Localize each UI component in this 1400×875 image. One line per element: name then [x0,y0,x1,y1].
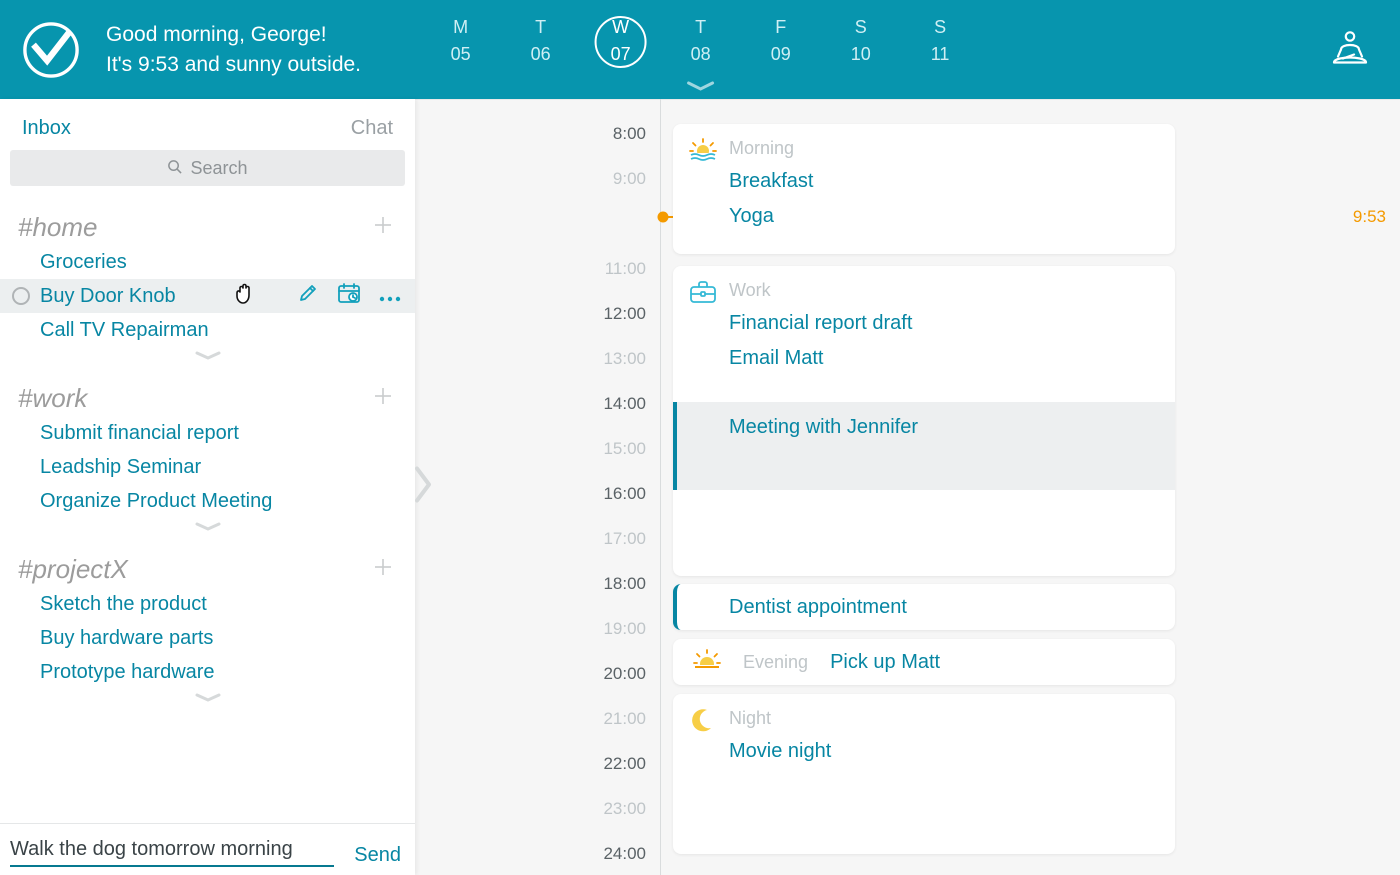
edit-icon[interactable] [297,282,319,310]
plus-icon[interactable] [373,386,393,411]
checkbox-icon[interactable] [12,287,30,305]
section-label: Work [729,280,771,301]
agenda-item[interactable]: Breakfast [729,170,1155,193]
day-wed[interactable]: W 07 [611,18,631,65]
task-item[interactable]: Call TV Repairman [0,313,415,347]
list-name: #projectX [18,554,128,585]
list-header-projectx: #projectX [0,532,415,587]
now-label: 9:53 [1353,207,1386,227]
compose-bar: Walk the dog tomorrow morning Send [0,823,415,875]
search-icon [167,158,182,179]
send-button[interactable]: Send [354,844,401,867]
card-morning[interactable]: Morning Breakfast Yoga [673,124,1175,254]
hour-label: 8:00 [613,124,646,144]
hour-label: 12:00 [603,304,646,324]
now-dot-icon [658,212,669,223]
list-name: #work [18,383,87,414]
hour-label: 19:00 [603,619,646,639]
task-lists: #home Groceries Buy Door Knob [0,186,415,823]
expand-handle-icon[interactable] [415,465,433,510]
list-header-home: #home [0,190,415,245]
tab-chat[interactable]: Chat [351,117,393,140]
hour-label: 17:00 [603,529,646,549]
chevron-down-icon[interactable] [0,351,415,361]
search-placeholder: Search [190,158,247,179]
day-fri[interactable]: F 09 [771,18,791,65]
agenda-item[interactable]: Email Matt [729,347,1155,370]
task-item-hover[interactable]: Buy Door Knob [0,279,415,313]
hour-label: 22:00 [603,754,646,774]
task-item[interactable]: Organize Product Meeting [0,484,415,518]
hour-label: 23:00 [603,799,646,819]
plus-icon[interactable] [373,215,393,240]
sunrise-icon [689,138,717,167]
schedule-icon[interactable] [337,282,361,310]
day-thu[interactable]: T 08 [691,18,711,65]
tab-inbox[interactable]: Inbox [22,117,71,140]
hour-label: 13:00 [603,349,646,369]
list-header-work: #work [0,361,415,416]
agenda-cards: Morning Breakfast Yoga Work [673,124,1175,865]
hour-label: 18:00 [603,574,646,594]
agenda-item[interactable]: Financial report draft [729,312,1155,335]
search-input[interactable]: Search [10,150,405,186]
moon-icon [689,708,715,739]
more-icon[interactable] [379,285,401,308]
meeting-block[interactable]: Meeting with Jennifer [673,402,1175,490]
task-item[interactable]: Buy hardware parts [0,621,415,655]
section-label: Night [729,708,771,729]
hour-label: 15:00 [603,439,646,459]
header: Good morning, George! It's 9:53 and sunn… [0,0,1400,99]
chevron-down-icon[interactable] [0,522,415,532]
plus-icon[interactable] [373,557,393,582]
timeline: 8:00 9:00 11:00 12:00 13:00 14:00 15:00 16:00 17… [415,99,1400,875]
day-sat[interactable]: S 10 [851,18,871,65]
card-night[interactable]: Night Movie night [673,694,1175,854]
time-column: 8:00 9:00 11:00 12:00 13:00 14:00 15:00 16:00 17… [415,99,660,875]
day-tue[interactable]: T 06 [531,18,551,65]
hour-label: 14:00 [603,394,646,414]
briefcase-icon [689,280,717,309]
task-actions [297,282,401,310]
week-picker: M 05 T 06 W 07 T 08 F 09 S 10 S 11 [451,18,950,65]
task-item[interactable]: Leadship Seminar [0,450,415,484]
card-evening[interactable]: Evening Pick up Matt [673,639,1175,685]
chevron-down-icon [687,78,715,96]
task-item[interactable]: Groceries [0,245,415,279]
task-item[interactable]: Sketch the product [0,587,415,621]
hour-label: 11:00 [605,259,646,279]
agenda-item[interactable]: Movie night [729,740,1155,763]
card-work[interactable]: Work Financial report draft Email Matt M… [673,266,1175,576]
day-sun[interactable]: S 11 [931,18,950,65]
agenda-item[interactable]: Yoga [729,205,1155,228]
card-appointment[interactable]: Dentist appointment [673,584,1175,630]
hour-label: 24:00 [603,844,646,864]
hour-label: 9:00 [613,169,646,189]
task-item[interactable]: Submit financial report [0,416,415,450]
hour-label: 21:00 [603,709,646,729]
hour-label: 20:00 [603,664,646,684]
agenda-item: Dentist appointment [729,596,907,619]
greeting-line1: Good morning, George! [106,20,361,49]
agenda-item[interactable]: Pick up Matt [830,651,940,674]
sunset-icon [693,649,721,676]
section-label: Morning [729,138,794,159]
section-label: Evening [743,652,808,673]
greeting: Good morning, George! It's 9:53 and sunn… [106,20,361,79]
sidebar-tabs: Inbox Chat [0,99,415,150]
compose-input[interactable]: Walk the dog tomorrow morning [10,838,334,867]
day-mon[interactable]: M 05 [451,18,471,65]
main: Inbox Chat Search #home Groceries Buy Do… [0,99,1400,875]
task-item[interactable]: Prototype hardware [0,655,415,689]
greeting-line2: It's 9:53 and sunny outside. [106,50,361,79]
chevron-down-icon[interactable] [0,693,415,703]
hour-label: 16:00 [603,484,646,504]
sidebar: Inbox Chat Search #home Groceries Buy Do… [0,99,415,875]
grab-cursor-icon [232,280,256,312]
app-logo [22,21,80,79]
list-name: #home [18,212,98,243]
meditation-icon[interactable] [1330,29,1370,70]
